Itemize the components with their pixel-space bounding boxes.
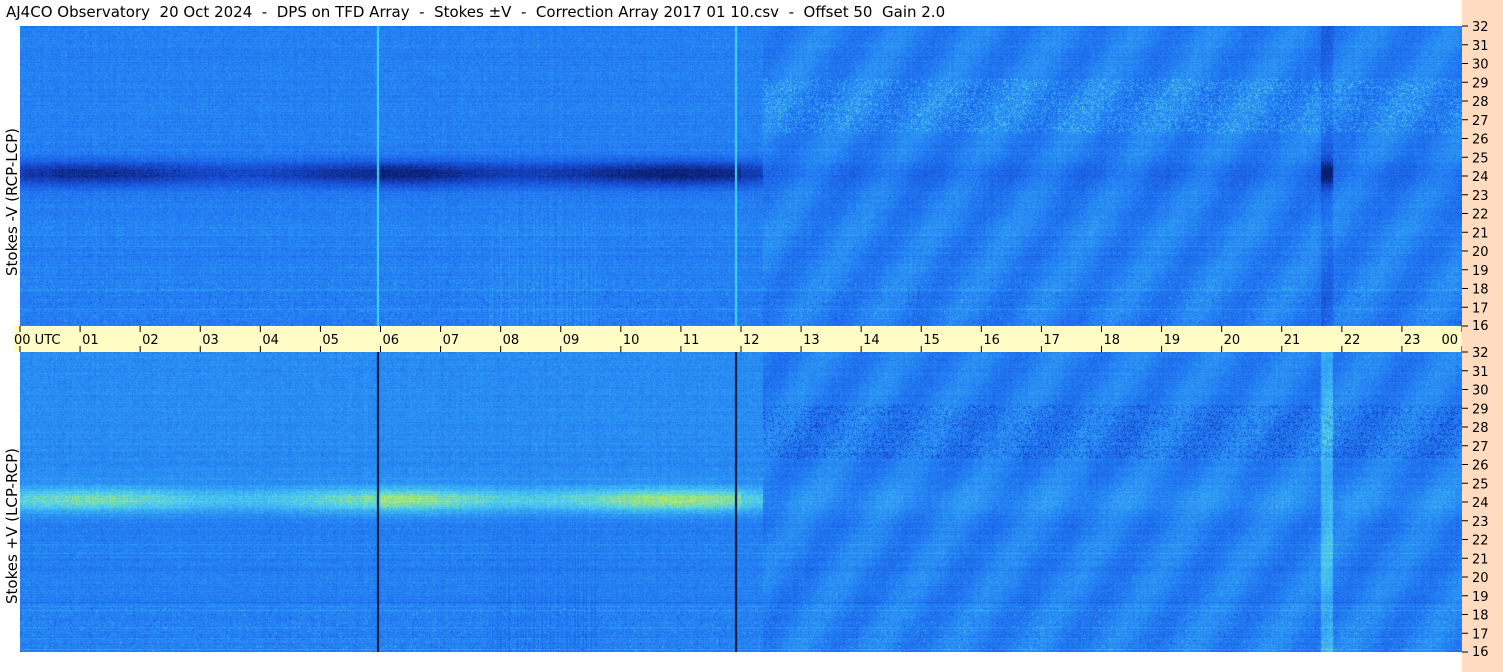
spectrogram-top-panel bbox=[20, 26, 1462, 326]
utc-tick-label: 17 bbox=[1043, 333, 1060, 348]
freq-tick-label: 22 bbox=[1472, 534, 1489, 549]
freq-tick-label: 23 bbox=[1472, 515, 1489, 530]
chart-title: AJ4CO Observatory 20 Oct 2024 - DPS on T… bbox=[6, 3, 945, 21]
utc-tick-label: 13 bbox=[803, 333, 820, 348]
freq-tick-label: 18 bbox=[1472, 283, 1489, 298]
freq-tick-label: 20 bbox=[1472, 571, 1489, 586]
top-panel-ylabel: Stokes -V (RCP-LCP) bbox=[3, 128, 21, 276]
freq-tick-label: 29 bbox=[1472, 76, 1489, 91]
freq-tick-label: 26 bbox=[1472, 459, 1489, 474]
bottom-margin bbox=[0, 652, 1462, 672]
utc-time-axis: 00 UTC 01 02 03 04 05 06 07 08 09 10 11 12 13 14 15 16 17… bbox=[14, 326, 1462, 352]
freq-tick-label: 19 bbox=[1472, 264, 1489, 279]
utc-tick-label: 16 bbox=[983, 333, 1000, 348]
spectrogram-bottom-panel bbox=[20, 352, 1462, 652]
freq-tick-label: 21 bbox=[1472, 226, 1489, 241]
freq-tick-label: 25 bbox=[1472, 151, 1489, 166]
freq-tick-label: 17 bbox=[1472, 301, 1489, 316]
freq-tick-label: 26 bbox=[1472, 133, 1489, 148]
spectrogram-bottom-image bbox=[20, 352, 1462, 652]
freq-tick-label: 24 bbox=[1472, 496, 1489, 511]
bottom-panel-ylabel: Stokes +V (LCP-RCP) bbox=[3, 448, 21, 604]
freq-tick-label: 20 bbox=[1472, 245, 1489, 260]
freq-tick-label: 16 bbox=[1472, 645, 1489, 660]
freq-tick-label: 29 bbox=[1472, 402, 1489, 417]
utc-tick-label: 19 bbox=[1164, 333, 1181, 348]
utc-tick-label: 10 bbox=[623, 333, 640, 348]
freq-tick-label: 32 bbox=[1472, 20, 1489, 35]
spectrogram-top-image bbox=[20, 26, 1462, 326]
freq-tick-label: 21 bbox=[1472, 552, 1489, 567]
freq-tick-label: 23 bbox=[1472, 189, 1489, 204]
utc-tick-label: 14 bbox=[863, 333, 880, 348]
freq-tick-label: 31 bbox=[1472, 39, 1489, 54]
freq-tick-label: 28 bbox=[1472, 95, 1489, 110]
utc-tick-label: 02 bbox=[142, 333, 159, 348]
utc-tick-label: 01 bbox=[82, 333, 99, 348]
utc-tick-label: 00 MHz bbox=[1442, 333, 1463, 348]
freq-tick-label: 31 bbox=[1472, 365, 1489, 380]
utc-tick-label: 18 bbox=[1104, 333, 1121, 348]
utc-tick-label: 03 bbox=[202, 333, 219, 348]
freq-tick-label: 28 bbox=[1472, 421, 1489, 436]
freq-tick-label: 19 bbox=[1472, 590, 1489, 605]
freq-tick-label: 18 bbox=[1472, 609, 1489, 624]
utc-tick-label: 21 bbox=[1284, 333, 1301, 348]
utc-tick-label: 07 bbox=[443, 333, 460, 348]
utc-tick-label: 12 bbox=[743, 333, 760, 348]
freq-tick-label: 25 bbox=[1472, 477, 1489, 492]
freq-tick-label: 27 bbox=[1472, 114, 1489, 129]
freq-tick-label: 30 bbox=[1472, 58, 1489, 73]
utc-tick-label: 04 bbox=[262, 333, 279, 348]
utc-tick-label: 00 UTC bbox=[14, 333, 60, 348]
utc-tick-label: 15 bbox=[923, 333, 940, 348]
utc-tick-label: 09 bbox=[563, 333, 580, 348]
utc-tick-label: 22 bbox=[1344, 333, 1361, 348]
freq-tick-label: 16 bbox=[1472, 319, 1489, 334]
freq-tick-label: 30 bbox=[1472, 384, 1489, 399]
freq-tick-label: 22 bbox=[1472, 208, 1489, 223]
utc-tick-label: 20 bbox=[1224, 333, 1241, 348]
utc-tick-label: 23 bbox=[1404, 333, 1421, 348]
freq-tick-label: 32 bbox=[1472, 346, 1489, 361]
frequency-axis: 16 17 18 19 20 21 22 23 24 25 26 27 28 29 30 31 32 16 17 18… bbox=[1462, 0, 1503, 672]
freq-tick-label: 17 bbox=[1472, 627, 1489, 642]
utc-tick-label: 08 bbox=[503, 333, 520, 348]
utc-tick-label: 06 bbox=[383, 333, 400, 348]
freq-tick-label: 24 bbox=[1472, 170, 1489, 185]
utc-tick-label: 05 bbox=[322, 333, 339, 348]
utc-tick-label: 11 bbox=[683, 333, 700, 348]
freq-tick-label: 27 bbox=[1472, 440, 1489, 455]
